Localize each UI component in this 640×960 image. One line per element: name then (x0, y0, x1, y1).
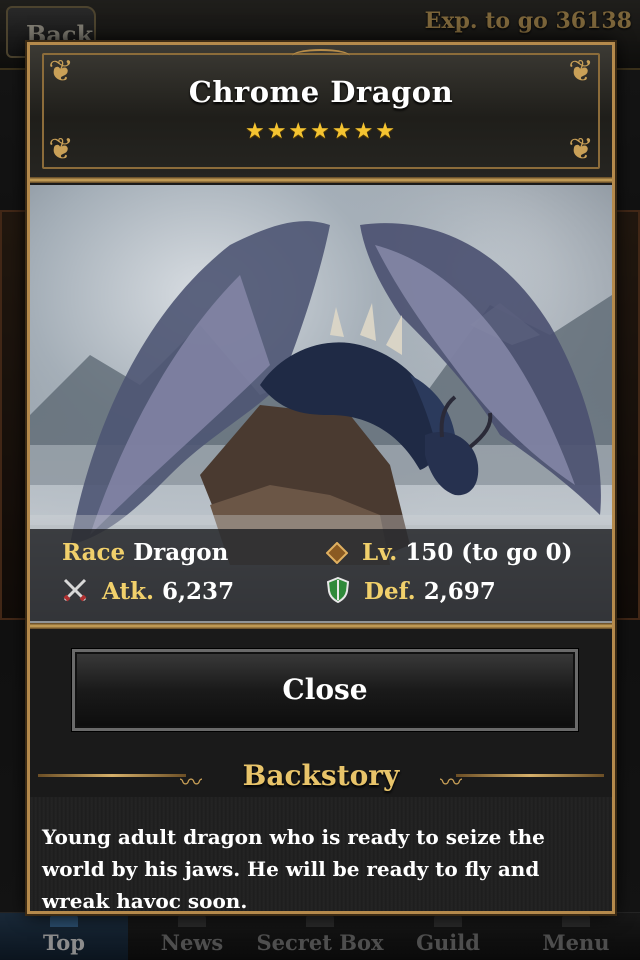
stat-race: Race Dragon (62, 539, 228, 566)
card-header: ❦ ❦ ❦ ❦ Chrome Dragon ★★★★★★★ (30, 45, 612, 177)
backstory-text: Young adult dragon who is ready to seize… (42, 825, 545, 913)
rarity-stars: ★★★★★★★ (244, 119, 398, 144)
attack-label: Atk. (102, 578, 155, 605)
stats-panel: Race Dragon Lv. 150 (to go 0) Atk. 6,237 (30, 529, 612, 621)
header-frame (42, 53, 600, 169)
backstory-panel: Young adult dragon who is ready to seize… (30, 797, 612, 913)
backstory-heading: Backstory (242, 759, 400, 792)
level-to-go: (to go 0) (461, 539, 573, 566)
divider (30, 623, 612, 629)
level-label: Lv. (362, 539, 398, 566)
divider (30, 177, 612, 183)
card-title: Chrome Dragon (188, 75, 454, 109)
shield-icon (326, 577, 350, 603)
defense-label: Def. (364, 578, 416, 605)
diamond-icon (326, 542, 348, 564)
stat-attack: Atk. 6,237 (62, 577, 234, 605)
race-value: Dragon (133, 539, 229, 566)
race-label: Race (62, 539, 126, 566)
close-button[interactable]: Close (72, 649, 578, 731)
defense-value: 2,697 (423, 578, 496, 605)
card-detail-modal: ❦ ❦ ❦ ❦ Chrome Dragon ★★★★★★★ Race Drago… (27, 42, 615, 914)
card-artwork: Race Dragon Lv. 150 (to go 0) Atk. 6,237 (30, 185, 612, 625)
attack-value: 6,237 (162, 578, 235, 605)
stat-defense: Def. 2,697 (326, 577, 496, 605)
backstory-heading-row: 〰 〰 Backstory (30, 757, 612, 796)
level-value: 150 (405, 539, 454, 566)
stat-level: Lv. 150 (to go 0) (326, 539, 572, 566)
crossed-swords-icon (63, 578, 87, 602)
header-ornament (292, 49, 350, 63)
